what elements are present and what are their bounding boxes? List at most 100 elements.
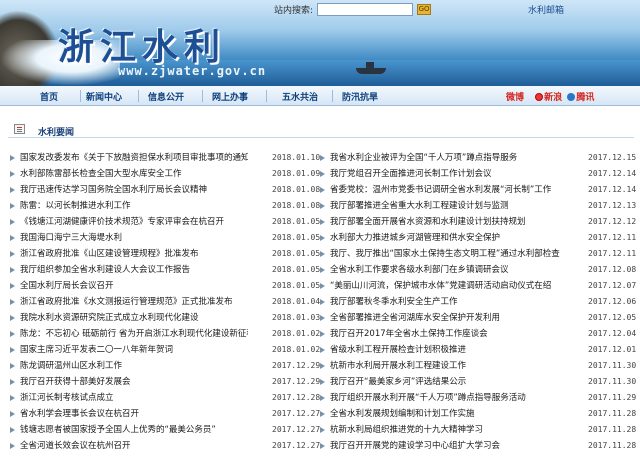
news-title-link[interactable]: 我院水利水资源研究院正式成立水利现代化建设 bbox=[20, 310, 248, 326]
news-item[interactable]: 省级水利工程开展检查计划积极推进 2017.12.01 bbox=[320, 342, 636, 358]
news-item[interactable]: 我厅召开“最美家乡河”评选结果公示 2017.11.30 bbox=[320, 374, 636, 390]
news-title-link[interactable]: 全省河道长效会议在杭州召开 bbox=[20, 438, 248, 454]
news-item[interactable]: 我厅部署推进全省重大水利工程建设计划与监测 2017.12.13 bbox=[320, 198, 636, 214]
news-title-link[interactable]: 陈龙调研温州山区水利工作 bbox=[20, 358, 248, 374]
news-item[interactable]: 全省水利工作要求各级水利部门在乡镇调研会议 2017.12.08 bbox=[320, 262, 636, 278]
news-date: 2017.12.14 bbox=[588, 169, 637, 178]
news-title-link[interactable]: 陈龙：不忘初心 砥砺前行 省为开启浙江水利现代化建设新征程 bbox=[20, 326, 248, 342]
news-title-link[interactable]: 水利部大力推进城乡河湖管理和供水安全保护 bbox=[330, 230, 580, 246]
news-item[interactable]: 陈雷：以河长制推进水利工作 2018.01.08 bbox=[10, 198, 326, 214]
news-item[interactable]: 我厅组织参加全省水利建设人大会议工作报告 2018.01.05 bbox=[10, 262, 326, 278]
news-item[interactable]: 省水利学会理事长会议在杭召开 2017.12.27 bbox=[10, 406, 326, 422]
news-title-link[interactable]: 杭新水利局组织推进党的十九大精神学习 bbox=[330, 422, 580, 438]
news-item[interactable]: 杭新市水利局开展水利工程建设工作 2017.11.30 bbox=[320, 358, 636, 374]
nav-online-service[interactable]: 网上办事 bbox=[212, 90, 248, 103]
banner-boat-image bbox=[356, 62, 386, 74]
news-item[interactable]: 杭新水利局组织推进党的十九大精神学习 2017.11.28 bbox=[320, 422, 636, 438]
news-title-link[interactable]: 《钱塘江河湖健康评价技术规范》专家评审会在杭召开 bbox=[20, 214, 248, 230]
nav-news-center[interactable]: 新闻中心 bbox=[86, 90, 122, 103]
bullet-arrow-icon bbox=[10, 171, 15, 177]
news-title-link[interactable]: 我厅召开2017年全省水土保持工作座谈会 bbox=[330, 326, 580, 342]
news-item[interactable]: 全国水利厅局长会议召开 2018.01.05 bbox=[10, 278, 326, 294]
news-title-link[interactable]: 我厅党组召开全面推进河长制工作计划会议 bbox=[330, 166, 580, 182]
nav-five-water[interactable]: 五水共治 bbox=[282, 90, 318, 103]
news-item[interactable]: 我厅、我厅推出“国家水土保持生态文明工程”通过水利部检查 2017.12.11 bbox=[320, 246, 636, 262]
news-title-link[interactable]: 全国水利厅局长会议召开 bbox=[20, 278, 248, 294]
news-item[interactable]: 水利部大力推进城乡河湖管理和供水安全保护 2017.12.11 bbox=[320, 230, 636, 246]
news-title-link[interactable]: 我厅部署推进全省重大水利工程建设计划与监测 bbox=[330, 198, 580, 214]
bullet-arrow-icon bbox=[320, 315, 325, 321]
news-title-link[interactable]: 国家主席习近平发表二〇一八年新年贺词 bbox=[20, 342, 248, 358]
news-title-link[interactable]: 我厅迅速传达学习国务院全国水利厅局长会议精神 bbox=[20, 182, 248, 198]
news-item[interactable]: 全省河道长效会议在杭州召开 2017.12.27 bbox=[10, 438, 326, 454]
news-title-link[interactable]: 水利部陈雷部长检查全国大型水库安全工作 bbox=[20, 166, 248, 182]
news-item[interactable]: 我院水利水资源研究院正式成立水利现代化建设 2018.01.03 bbox=[10, 310, 326, 326]
news-title-link[interactable]: 省委党校：温州市党委书记调研全省水利发展“河长制”工作 bbox=[330, 182, 580, 198]
news-item[interactable]: 我厅组织开展水利开展“千人万项”蹲点指导服务活动 2017.11.29 bbox=[320, 390, 636, 406]
news-item[interactable]: 浙江省政府批准《水文测报运行管理规范》正式批准发布 2018.01.04 bbox=[10, 294, 326, 310]
news-title-link[interactable]: 省水利学会理事长会议在杭召开 bbox=[20, 406, 248, 422]
news-title-link[interactable]: 我国海口海宁三大海堤水利 bbox=[20, 230, 248, 246]
news-item[interactable]: 我厅召开获得十部美好发展会 2017.12.29 bbox=[10, 374, 326, 390]
news-title-link[interactable]: 全省水利工作要求各级水利部门在乡镇调研会议 bbox=[330, 262, 580, 278]
news-item[interactable]: 我国海口海宁三大海堤水利 2018.01.05 bbox=[10, 230, 326, 246]
news-date: 2017.12.27 bbox=[272, 409, 321, 418]
news-title-link[interactable]: 我省水利企业被评为全国“千人万项”蹲点指导服务 bbox=[330, 150, 580, 166]
news-title-link[interactable]: 陈雷：以河长制推进水利工作 bbox=[20, 198, 248, 214]
news-item[interactable]: 我厅召开2017年全省水土保持工作座谈会 2017.12.04 bbox=[320, 326, 636, 342]
news-title-link[interactable]: 我厅部署全面开展省水资源和水利建设计划扶持规划 bbox=[330, 214, 580, 230]
bullet-arrow-icon bbox=[10, 347, 15, 353]
news-item[interactable]: 全省部署推进全省河湖库水安全保护开发利用 2017.12.05 bbox=[320, 310, 636, 326]
news-item[interactable]: 我省水利企业被评为全国“千人万项”蹲点指导服务 2017.12.15 bbox=[320, 150, 636, 166]
news-item[interactable]: 国家主席习近平发表二〇一八年新年贺词 2018.01.02 bbox=[10, 342, 326, 358]
nav-home[interactable]: 首页 bbox=[40, 90, 58, 103]
news-item[interactable]: 全省水利发展规划编制和计划工作实施 2017.11.28 bbox=[320, 406, 636, 422]
news-item[interactable]: 水利部陈雷部长检查全国大型水库安全工作 2018.01.09 bbox=[10, 166, 326, 182]
bullet-arrow-icon bbox=[320, 427, 325, 433]
news-title-link[interactable]: “美丽山川河流，保护城市水体”党建调研活动启动仪式在绍 bbox=[330, 278, 580, 294]
search-button[interactable]: GO bbox=[417, 3, 432, 15]
news-title-link[interactable]: 我厅组织开展水利开展“千人万项”蹲点指导服务活动 bbox=[330, 390, 580, 406]
news-item[interactable]: 陈龙：不忘初心 砥砺前行 省为开启浙江水利现代化建设新征程 2018.01.02 bbox=[10, 326, 326, 342]
news-item[interactable]: 我厅召开开展党的建设学习中心组扩大学习会 2017.11.28 bbox=[320, 438, 636, 454]
mail-link[interactable]: 水利邮箱 bbox=[528, 3, 564, 16]
news-item[interactable]: 陈龙调研温州山区水利工作 2017.12.29 bbox=[10, 358, 326, 374]
news-item[interactable]: 我厅部署全面开展省水资源和水利建设计划扶持规划 2017.12.12 bbox=[320, 214, 636, 230]
news-item[interactable]: 钱塘志愿者被国家授予全国人上优秀的“最美公务员” 2017.12.27 bbox=[10, 422, 326, 438]
nav-flood-control[interactable]: 防汛抗旱 bbox=[342, 90, 378, 103]
news-date: 2018.01.02 bbox=[272, 345, 321, 354]
weibo-label: 微博 bbox=[506, 93, 525, 103]
news-title-link[interactable]: 我厅、我厅推出“国家水土保持生态文明工程”通过水利部检查 bbox=[330, 246, 580, 262]
news-title-link[interactable]: 我厅部署秋冬季水利安全生产工作 bbox=[330, 294, 580, 310]
news-item[interactable]: 《钱塘江河湖健康评价技术规范》专家评审会在杭召开 2018.01.05 bbox=[10, 214, 326, 230]
section-title[interactable]: 水利要闻 bbox=[38, 125, 74, 138]
news-title-link[interactable]: 全省部署推进全省河湖库水安全保护开发利用 bbox=[330, 310, 580, 326]
news-title-link[interactable]: 浙江省政府批准《水文测报运行管理规范》正式批准发布 bbox=[20, 294, 248, 310]
news-title-link[interactable]: 浙江省政府批准《山区建设管理规程》批准发布 bbox=[20, 246, 248, 262]
news-title-link[interactable]: 国家发改委发布《关于下放融资担保水利项目审批事项的通知》 bbox=[20, 150, 248, 166]
bullet-arrow-icon bbox=[320, 203, 325, 209]
nav-info-public[interactable]: 信息公开 bbox=[148, 90, 184, 103]
search-input[interactable] bbox=[317, 2, 414, 16]
news-title-link[interactable]: 全省水利发展规划编制和计划工作实施 bbox=[330, 406, 580, 422]
news-title-link[interactable]: 省级水利工程开展检查计划积极推进 bbox=[330, 342, 580, 358]
news-item[interactable]: 我厅迅速传达学习国务院全国水利厅局长会议精神 2018.01.08 bbox=[10, 182, 326, 198]
news-item[interactable]: 省委党校：温州市党委书记调研全省水利发展“河长制”工作 2017.12.14 bbox=[320, 182, 636, 198]
tencent-weibo-link[interactable]: 腾讯 bbox=[567, 93, 594, 103]
news-date: 2017.12.07 bbox=[588, 281, 637, 290]
news-title-link[interactable]: 我厅召开“最美家乡河”评选结果公示 bbox=[330, 374, 580, 390]
sina-weibo-link[interactable]: 新浪 bbox=[535, 93, 562, 103]
news-title-link[interactable]: 我厅召开开展党的建设学习中心组扩大学习会 bbox=[330, 438, 580, 454]
news-title-link[interactable]: 钱塘志愿者被国家授予全国人上优秀的“最美公务员” bbox=[20, 422, 248, 438]
news-item[interactable]: 国家发改委发布《关于下放融资担保水利项目审批事项的通知》 2018.01.10 bbox=[10, 150, 326, 166]
bullet-arrow-icon bbox=[10, 203, 15, 209]
news-item[interactable]: 我厅党组召开全面推进河长制工作计划会议 2017.12.14 bbox=[320, 166, 636, 182]
news-title-link[interactable]: 我厅召开获得十部美好发展会 bbox=[20, 374, 248, 390]
news-item[interactable]: 浙江河长制考核试点成立 2017.12.28 bbox=[10, 390, 326, 406]
news-title-link[interactable]: 我厅组织参加全省水利建设人大会议工作报告 bbox=[20, 262, 248, 278]
news-title-link[interactable]: 杭新市水利局开展水利工程建设工作 bbox=[330, 358, 580, 374]
news-item[interactable]: 浙江省政府批准《山区建设管理规程》批准发布 2018.01.05 bbox=[10, 246, 326, 262]
news-item[interactable]: “美丽山川河流，保护城市水体”党建调研活动启动仪式在绍 2017.12.07 bbox=[320, 278, 636, 294]
news-item[interactable]: 我厅部署秋冬季水利安全生产工作 2017.12.06 bbox=[320, 294, 636, 310]
news-title-link[interactable]: 浙江河长制考核试点成立 bbox=[20, 390, 248, 406]
